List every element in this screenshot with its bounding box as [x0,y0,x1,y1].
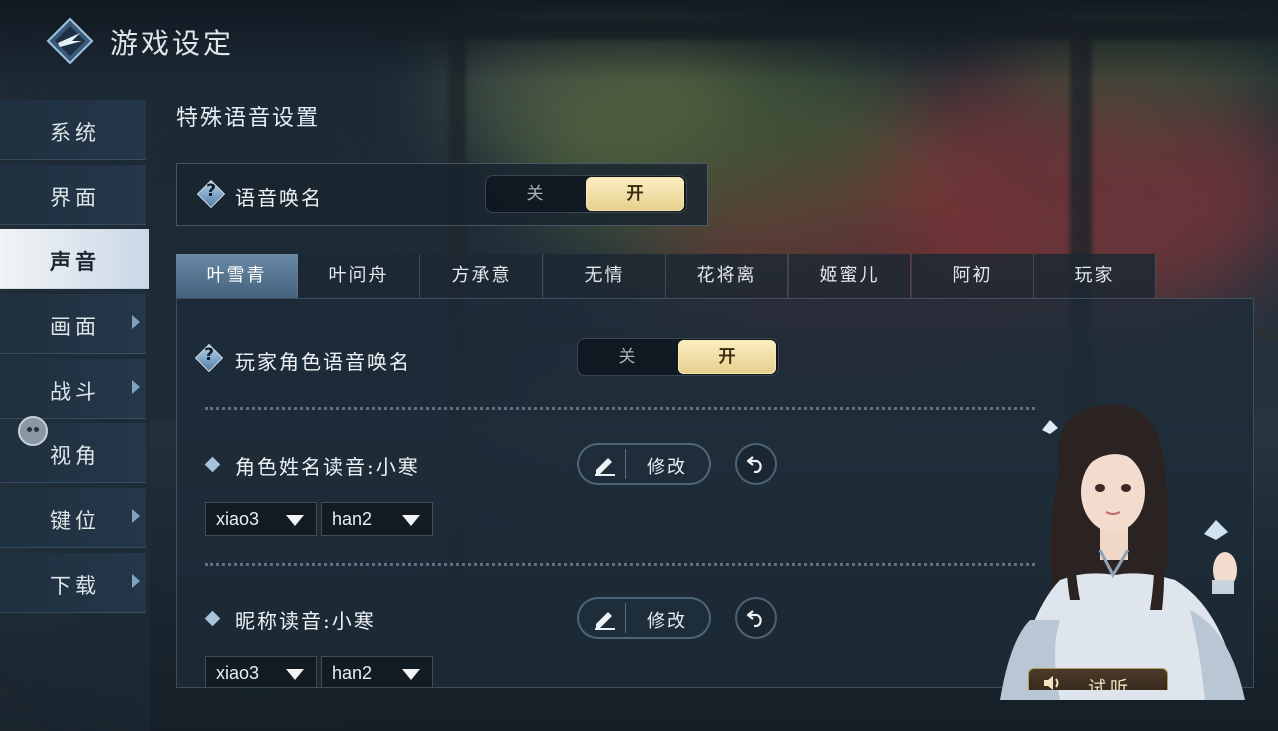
sidebar-item-label: 画面 [50,315,100,340]
sidebar-item-label: 战斗 [50,379,100,404]
name-reading-label: 角色姓名读音:小寒 [235,455,420,479]
voice-call-label: 语音唤名 [235,186,323,210]
edit-button-label: 修改 [647,611,687,632]
select-value: han2 [332,509,373,529]
sidebar-item-label: 下载 [50,573,100,598]
character-portrait [1000,404,1245,700]
select-value: han2 [332,663,373,683]
sidebar-item-sound[interactable]: 声音 [0,229,149,290]
sidebar-item-download[interactable]: 下载 [0,552,146,613]
sidebar-item-combat[interactable]: 战斗 [0,358,146,419]
player-voice-call-toggle[interactable]: 关 开 [577,338,779,376]
tab-ji-mier[interactable]: 姬蜜儿 [789,254,911,298]
sidebar-item-keybinds[interactable]: 键位 [0,488,146,549]
tab-ye-xueqing[interactable]: 叶雪青 [176,254,298,298]
nickname-syllable-1-select[interactable]: xiao3 [205,656,317,688]
sidebar-item-label: 系统 [50,121,100,145]
sidebar-item-interface[interactable]: 界面 [0,164,146,225]
toggle-on-option[interactable]: 开 [586,177,684,211]
tab-player[interactable]: 玩家 [1034,254,1156,298]
listen-button-label: 试听 [1088,678,1132,690]
page-title: 游戏设定 [110,27,235,60]
nickname-reading-label: 昵称读音:小寒 [235,609,376,633]
name-syllable-2-select[interactable]: han2 [321,502,433,536]
game-logo-icon [46,17,94,65]
section-title: 特殊语音设置 [176,106,321,131]
chevron-right-icon [132,509,140,524]
bullet-diamond-icon [204,456,221,473]
reset-name-reading-button[interactable] [735,443,777,485]
select-value: xiao3 [216,509,260,529]
tab-hua-jiangli[interactable]: 花将离 [666,254,788,298]
voice-call-row: ? 语音唤名 关 开 [176,163,708,226]
dropdown-arrow-icon [402,515,420,526]
speaker-icon [1044,676,1059,690]
undo-icon [747,456,762,473]
tab-a-chu[interactable]: 阿初 [912,254,1034,298]
player-voice-call-label: 玩家角色语音唤名 [235,350,411,374]
listen-preview-button[interactable]: 试听 [1028,668,1168,690]
help-icon[interactable]: ? [194,343,224,373]
reset-nickname-reading-button[interactable] [735,597,777,639]
chevron-right-icon [132,379,140,394]
undo-icon [747,610,762,627]
header-bar: 游戏设定 [0,0,1278,80]
edit-nickname-reading-button[interactable]: 修改 [577,597,711,639]
sidebar-item-label: 声音 [50,249,100,275]
tab-wuqing[interactable]: 无情 [544,254,666,298]
help-icon[interactable]: ? [196,179,226,209]
chevron-right-icon [132,573,140,588]
chevron-right-icon [132,315,140,330]
divider [205,407,1035,410]
dropdown-arrow-icon [402,669,420,680]
name-syllable-1-select[interactable]: xiao3 [205,502,317,536]
bullet-diamond-icon [204,610,221,627]
toggle-on-option[interactable]: 开 [678,340,776,374]
toggle-off-option[interactable]: 关 [486,176,584,212]
toggle-off-option[interactable]: 关 [578,339,676,375]
edit-name-reading-button[interactable]: 修改 [577,443,711,485]
divider [205,563,1035,566]
select-value: xiao3 [216,663,260,683]
tab-ye-wenzhou[interactable]: 叶问舟 [298,254,420,298]
sidebar-item-system[interactable]: 系统 [0,100,146,160]
dropdown-arrow-icon [286,669,304,680]
tab-fang-chengyi[interactable]: 方承意 [421,254,543,298]
nickname-syllable-2-select[interactable]: han2 [321,656,433,688]
settings-sidebar: 系统 界面 声音 画面 战斗 视角 键位 下载 [0,100,150,618]
mascot-avatar-icon[interactable] [18,416,48,446]
pencil-icon [595,458,615,476]
edit-button-label: 修改 [647,457,687,478]
sidebar-item-label: 视角 [50,444,100,469]
sidebar-item-graphics[interactable]: 画面 [0,294,146,355]
dropdown-arrow-icon [286,515,304,526]
voice-call-toggle[interactable]: 关 开 [485,175,687,213]
sidebar-item-label: 界面 [50,185,100,210]
pencil-icon [595,612,615,630]
sidebar-item-label: 键位 [50,509,100,534]
